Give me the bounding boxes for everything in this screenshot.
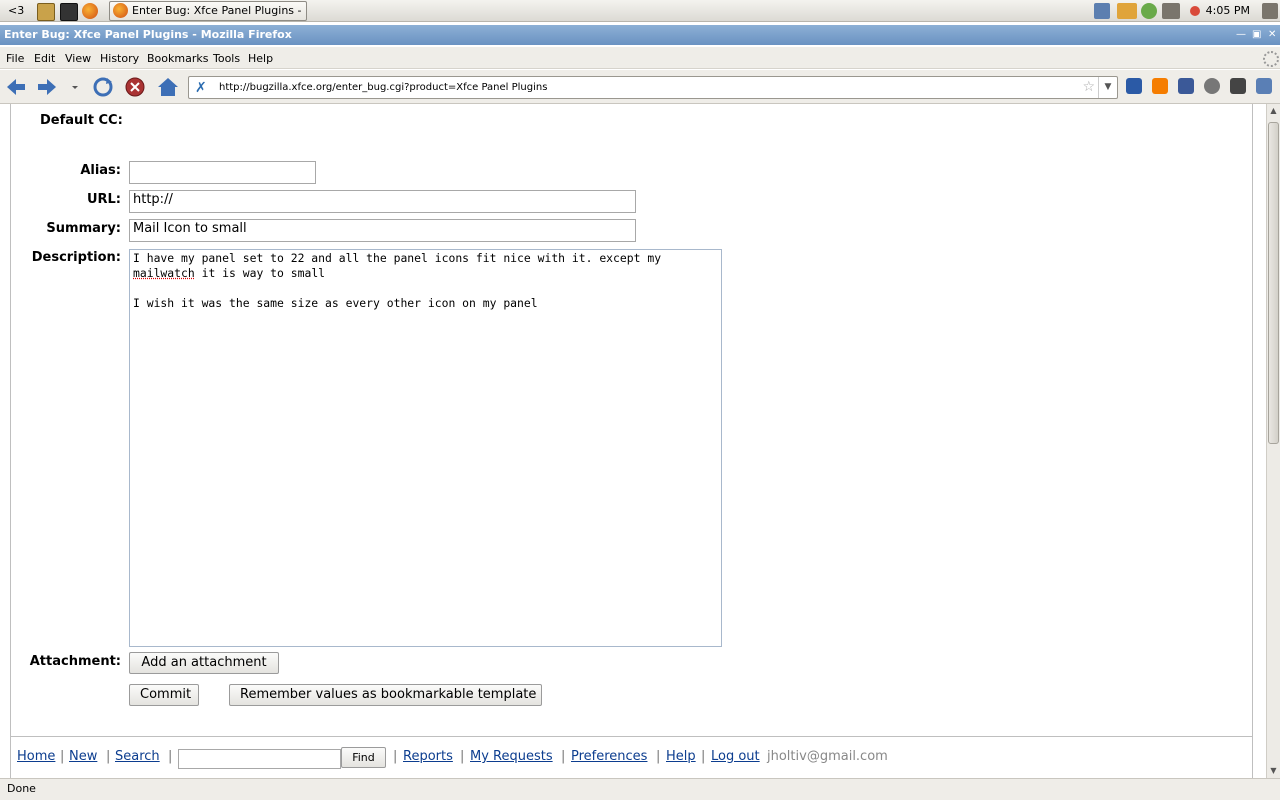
- menu-history[interactable]: History: [100, 52, 139, 65]
- add-attachment-button[interactable]: Add an attachment: [129, 652, 279, 674]
- network-icon[interactable]: [1094, 3, 1110, 19]
- attachment-label: Attachment:: [29, 654, 121, 669]
- back-icon[interactable]: [5, 76, 27, 98]
- facebook-icon[interactable]: [1178, 78, 1194, 94]
- misspelled-word[interactable]: mailwatch: [133, 266, 195, 280]
- default-cc-label: Default CC:: [40, 113, 123, 128]
- remember-template-button[interactable]: Remember values as bookmarkable template: [229, 684, 542, 706]
- footer-separator: |: [60, 749, 65, 764]
- taskbar-window-title: Enter Bug: Xfce Panel Plugins - M...: [132, 4, 307, 17]
- url-bar[interactable]: ✗ http://bugzilla.xfce.org/enter_bug.cgi…: [188, 76, 1118, 99]
- description-line: it is way to small: [194, 266, 326, 280]
- maximize-icon[interactable]: ▣: [1252, 25, 1261, 45]
- description-label: Description:: [31, 250, 121, 265]
- top-panel: <3 Enter Bug: Xfce Panel Plugins - M... …: [0, 0, 1280, 22]
- footer-separator: |: [168, 749, 173, 764]
- history-dropdown-icon[interactable]: [68, 76, 82, 98]
- url-input[interactable]: http://: [129, 190, 636, 213]
- status-text: Done: [7, 782, 36, 795]
- firefox-icon: [113, 3, 128, 18]
- commit-button[interactable]: Commit: [129, 684, 199, 706]
- description-line: I wish it was the same size as every oth…: [133, 296, 538, 310]
- navigation-toolbar: ✗ http://bugzilla.xfce.org/enter_bug.cgi…: [0, 70, 1280, 104]
- close-icon[interactable]: ✕: [1268, 25, 1276, 45]
- addon-owl-icon[interactable]: [1204, 78, 1220, 94]
- footer-separator: |: [106, 749, 111, 764]
- forward-icon[interactable]: [36, 76, 58, 98]
- description-line: I have my panel set to 22 and all the pa…: [133, 251, 662, 265]
- addon-people-icon[interactable]: [1126, 78, 1142, 94]
- bookmark-star-icon[interactable]: ☆: [1082, 79, 1095, 95]
- logout-icon[interactable]: [1262, 3, 1278, 19]
- file-manager-icon[interactable]: [37, 3, 55, 21]
- alias-label: Alias:: [80, 163, 121, 178]
- workspace-indicator[interactable]: <3: [8, 4, 24, 22]
- footer-reports-link[interactable]: Reports: [403, 749, 453, 764]
- taskbar-firefox-window[interactable]: Enter Bug: Xfce Panel Plugins - M...: [109, 1, 307, 21]
- scroll-down-icon[interactable]: ▼: [1268, 766, 1279, 775]
- footer-separator: |: [656, 749, 661, 764]
- footer-separator: |: [701, 749, 706, 764]
- footer-separator: |: [460, 749, 465, 764]
- scroll-up-icon[interactable]: ▲: [1268, 106, 1279, 115]
- footer-logout-link[interactable]: Log out: [711, 749, 760, 764]
- menubar: File Edit View History Bookmarks Tools H…: [0, 47, 1280, 69]
- footer-preferences-link[interactable]: Preferences: [571, 749, 647, 764]
- footer-new-link[interactable]: New: [69, 749, 97, 764]
- clock[interactable]: 4:05 PM: [1206, 0, 1250, 22]
- footer-my-requests-link[interactable]: My Requests: [470, 749, 553, 764]
- blogger-icon[interactable]: [1152, 78, 1168, 94]
- reload-icon[interactable]: [92, 76, 114, 98]
- footer-help-link[interactable]: Help: [666, 749, 696, 764]
- footer-search-link[interactable]: Search: [115, 749, 160, 764]
- footer-separator: |: [393, 749, 398, 764]
- menu-help[interactable]: Help: [248, 52, 273, 65]
- alias-input[interactable]: [129, 161, 316, 184]
- summary-label: Summary:: [46, 221, 121, 236]
- menu-edit[interactable]: Edit: [34, 52, 55, 65]
- url-dropdown-icon[interactable]: ▼: [1098, 77, 1117, 98]
- stop-icon[interactable]: [124, 76, 146, 98]
- footer-user-email: jholtiv@gmail.com: [767, 749, 888, 764]
- footer-home-link[interactable]: Home: [17, 749, 55, 764]
- summary-input[interactable]: Mail Icon to small: [129, 219, 636, 242]
- addon-robot-icon[interactable]: [1230, 78, 1246, 94]
- window-titlebar[interactable]: Enter Bug: Xfce Panel Plugins - Mozilla …: [0, 25, 1280, 45]
- home-icon[interactable]: [157, 76, 179, 98]
- page-content: Default CC: Alias: URL: http:// Summary:…: [0, 104, 1266, 778]
- find-button[interactable]: Find: [341, 747, 386, 768]
- addon-sidebar-icon[interactable]: [1256, 78, 1272, 94]
- minimize-icon[interactable]: —: [1236, 25, 1246, 45]
- status-bar: Done: [0, 778, 1280, 800]
- url-text: http://bugzilla.xfce.org/enter_bug.cgi?p…: [219, 82, 548, 93]
- window-title: Enter Bug: Xfce Panel Plugins - Mozilla …: [4, 28, 292, 41]
- folders-icon[interactable]: [1117, 3, 1137, 19]
- download-icon[interactable]: [1162, 3, 1180, 19]
- footer-divider: [10, 736, 1253, 737]
- firefox-launcher-icon[interactable]: [82, 3, 98, 19]
- site-favicon-icon: ✗: [195, 80, 207, 96]
- menu-tools[interactable]: Tools: [213, 52, 240, 65]
- footer-separator: |: [561, 749, 566, 764]
- throbber-icon: [1263, 51, 1279, 67]
- quicksearch-input[interactable]: [178, 749, 341, 769]
- volume-icon[interactable]: [1190, 6, 1200, 16]
- menu-bookmarks[interactable]: Bookmarks: [147, 52, 208, 65]
- messenger-icon[interactable]: [1141, 3, 1157, 19]
- terminal-icon[interactable]: [60, 3, 78, 21]
- menu-view[interactable]: View: [65, 52, 91, 65]
- menu-file[interactable]: File: [6, 52, 24, 65]
- url-label: URL:: [86, 192, 121, 207]
- scrollbar-thumb[interactable]: [1268, 122, 1279, 444]
- description-textarea[interactable]: I have my panel set to 22 and all the pa…: [129, 249, 722, 647]
